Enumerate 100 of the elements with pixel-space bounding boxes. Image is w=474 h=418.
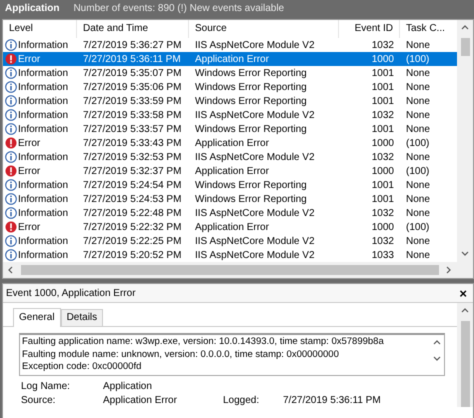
source-cell-text: Application Error [194,54,270,64]
event-row[interactable]: Information 7/27/2019 5:33:59 PM Windows Error Reporting 1001 None [3,94,457,108]
scroll-down-icon[interactable] [433,355,441,363]
task-cell-text: None [405,250,431,260]
scroll-thumb[interactable] [460,38,470,56]
field-label: Logged: [223,394,260,406]
column-header[interactable]: Level [3,20,77,38]
date-cell-text: 7/27/2019 5:33:57 PM [82,124,182,134]
error-icon [5,221,17,233]
field-value: Application Error [103,394,178,406]
event-row[interactable]: Information 7/27/2019 5:33:57 PM Windows Error Reporting 1001 None [3,122,457,136]
vertical-scrollbar[interactable] [457,20,473,262]
source-cell-text: IIS AspNetCore Module V2 [194,40,316,50]
date-cell-text: 7/27/2019 5:22:48 PM [82,208,182,218]
event-row[interactable]: Information 7/27/2019 5:20:52 PM IIS AspNetCore Module V2 1033 None [3,248,457,262]
message-line: Faulting module name: unknown, version: 0.0.0.0, time stamp: 0x00000000 [22,348,340,361]
information-icon [5,207,17,219]
event-row[interactable]: Error 7/27/2019 5:36:11 PM Application Error 1000 (100) [3,52,457,66]
date-cell-text: 7/27/2019 5:22:25 PM [82,236,182,246]
source-cell-text: Windows Error Reporting [194,180,308,190]
message-line: Faulting application name: w3wp.exe, version: 10.0.14393.0, time stamp: 0x57899b8a [22,336,385,348]
source-cell-text: IIS AspNetCore Module V2 [194,152,316,162]
event-id-cell-text: 1000 [370,54,395,64]
scroll-up-icon[interactable] [461,307,469,315]
column-header[interactable]: Date and Time [77,20,189,38]
task-cell-text: None [405,152,431,162]
tab[interactable]: Details [60,309,104,326]
event-id-cell-text: 1001 [370,96,395,106]
source-cell-text: Application Error [194,222,270,232]
level-text: Information [18,82,68,92]
task-cell-text: None [405,124,431,134]
source-cell-text: Application Error [194,166,270,176]
level-text: Information [18,208,68,218]
information-icon [5,95,17,107]
event-id-cell-text: 1032 [370,152,395,162]
close-button[interactable]: × [459,286,467,300]
task-cell-text: None [405,208,431,218]
task-cell-text: None [405,110,431,120]
date-cell-text: 7/27/2019 5:35:07 PM [82,68,182,78]
scroll-thumb[interactable] [460,321,470,406]
level-text: Information [18,152,68,162]
level-text: Error [18,166,40,176]
event-id-cell-text: 1001 [370,82,395,92]
event-row[interactable]: Error 7/27/2019 5:22:32 PM Application Error 1000 (100) [3,220,457,234]
scroll-down-icon[interactable] [461,250,469,258]
date-cell-text: 7/27/2019 5:32:37 PM [82,166,182,176]
source-cell-text: Windows Error Reporting [194,68,308,78]
scroll-right-icon[interactable] [445,266,453,274]
information-icon [5,179,17,191]
log-title: Application [5,3,60,14]
event-row[interactable]: Error 7/27/2019 5:33:43 PM Application Error 1000 (100) [3,136,457,150]
message-box[interactable]: Faulting application name: w3wp.exe, version: 10.0.14393.0, time stamp: 0x57899b8a Faulting module name: unknown, version: 0.0.0.0, time stamp: 0x00000000 Exception code: 0xc00000fd [19,333,445,376]
scroll-thumb[interactable] [21,265,439,275]
event-row[interactable]: Information 7/27/2019 5:24:54 PM Windows Error Reporting 1001 None [3,178,457,192]
information-icon [5,67,17,79]
date-cell-text: 7/27/2019 5:33:43 PM [82,138,182,148]
column-header[interactable]: Event ID [339,20,400,38]
event-id-cell-text: 1001 [370,68,395,78]
event-row[interactable]: Information 7/27/2019 5:35:06 PM Windows Error Reporting 1001 None [3,80,457,94]
event-row[interactable]: Information 7/27/2019 5:22:25 PM IIS AspNetCore Module V2 1032 None [3,234,457,248]
event-row[interactable]: Information 7/27/2019 5:36:27 PM IIS AspNetCore Module V2 1032 None [3,38,457,52]
error-icon [5,53,17,65]
task-cell-text: (100) [405,138,430,148]
column-header[interactable]: Source [189,20,339,38]
event-row[interactable]: Information 7/27/2019 5:35:07 PM Windows Error Reporting 1001 None [3,66,457,80]
date-cell-text: 7/27/2019 5:24:53 PM [82,194,182,204]
date-cell-text: 7/27/2019 5:32:53 PM [82,152,182,162]
event-row[interactable]: Information 7/27/2019 5:32:53 PM IIS AspNetCore Module V2 1032 None [3,150,457,164]
information-icon [5,39,17,51]
field-label: Source: [21,394,56,406]
event-id-cell-text: 1000 [370,166,395,176]
task-cell-text: None [405,82,431,92]
task-cell-text: None [405,236,431,246]
scroll-up-icon[interactable] [433,339,441,347]
level-text: Error [18,54,40,64]
horizontal-scrollbar[interactable] [3,262,457,278]
date-cell-text: 7/27/2019 5:24:54 PM [82,180,182,190]
task-cell-text: (100) [405,54,430,64]
source-cell-text: Windows Error Reporting [194,194,308,204]
date-cell-text: 7/27/2019 5:36:11 PM [82,54,182,64]
level-text: Information [18,236,68,246]
event-id-cell-text: 1001 [370,124,395,134]
level-text: Information [18,250,68,260]
information-icon [5,81,17,93]
level-text: Information [18,96,68,106]
event-id-cell-text: 1032 [370,208,395,218]
event-row[interactable]: Information 7/27/2019 5:22:48 PM IIS AspNetCore Module V2 1032 None [3,206,457,220]
task-cell-text: None [405,194,431,204]
event-row[interactable]: Error 7/27/2019 5:32:37 PM Application Error 1000 (100) [3,164,457,178]
scroll-left-icon[interactable] [7,266,15,274]
detail-scrollbar[interactable] [457,303,473,406]
event-row[interactable]: Information 7/27/2019 5:24:53 PM Windows Error Reporting 1001 None [3,192,457,206]
tab[interactable]: General [13,308,61,327]
task-cell-text: (100) [405,166,430,176]
scroll-up-icon[interactable] [461,24,469,32]
task-cell-text: None [405,180,431,190]
task-cell-text: None [405,68,431,78]
event-row[interactable]: Information 7/27/2019 5:33:58 PM IIS AspNetCore Module V2 1032 None [3,108,457,122]
event-id-cell-text: 1000 [370,222,395,232]
message-line: Exception code: 0xc00000fd [22,361,142,374]
